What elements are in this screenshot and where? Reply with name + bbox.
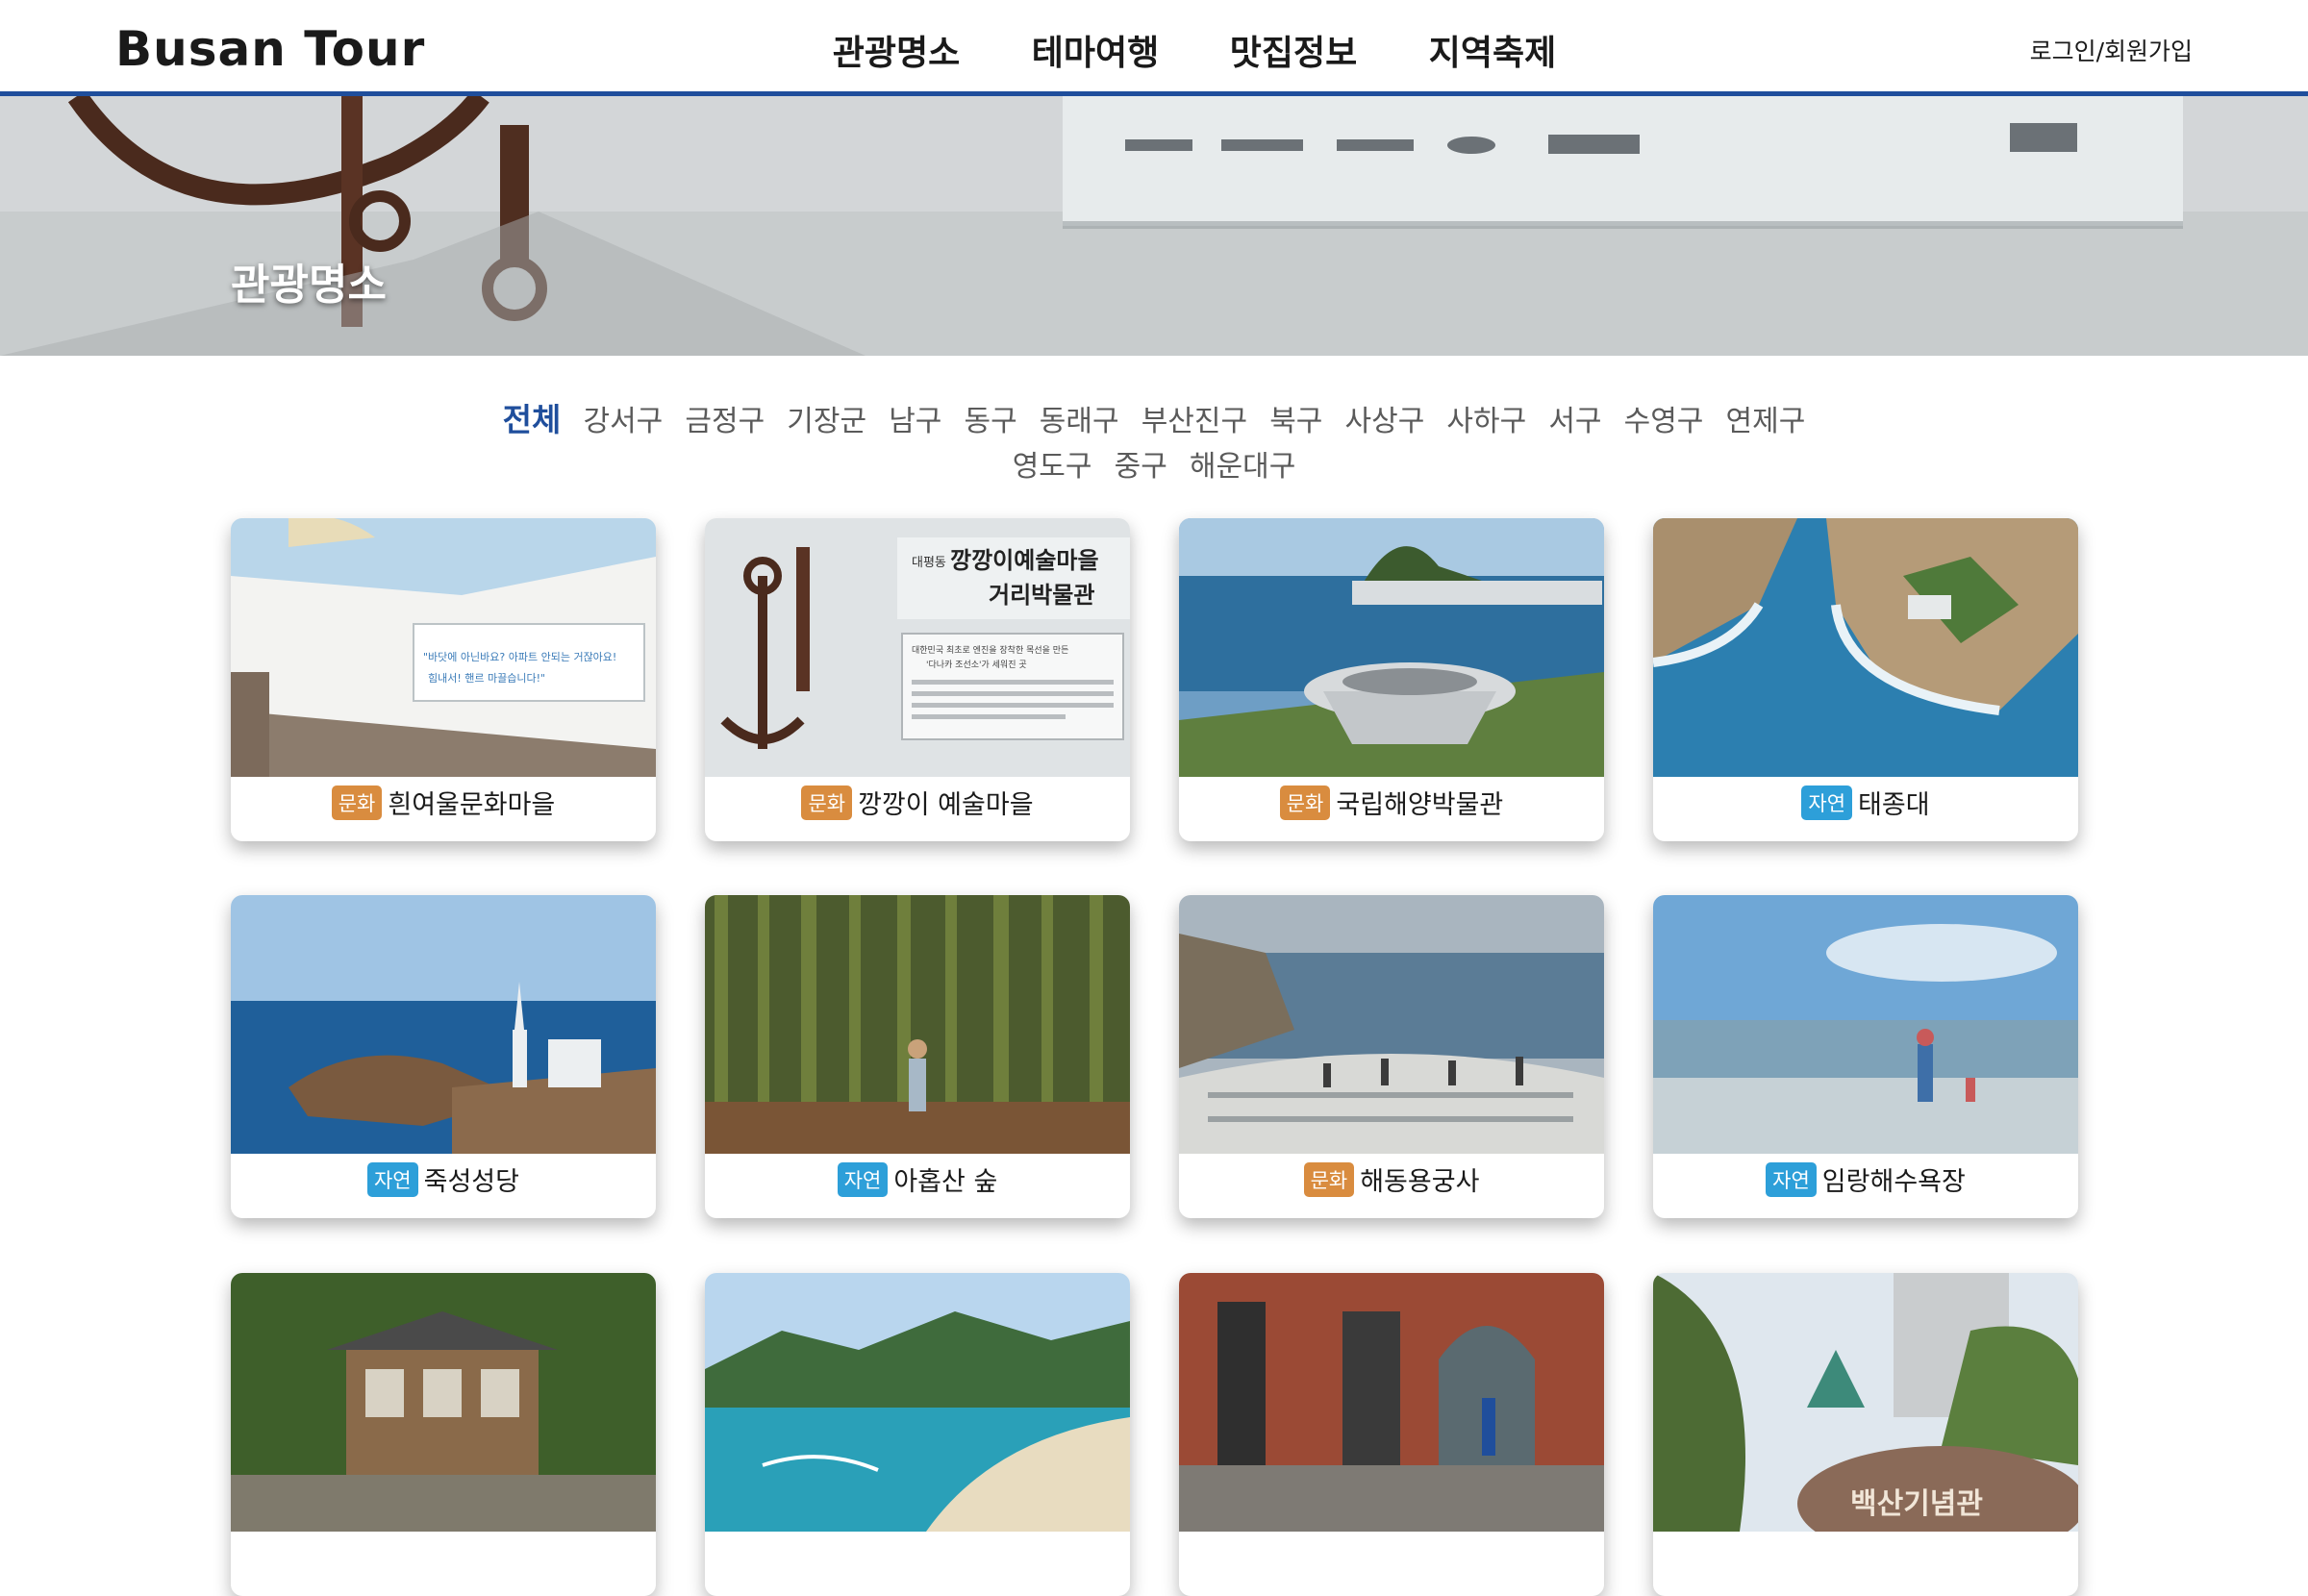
place-photo	[705, 895, 1130, 1154]
place-photo: 백산기념관	[1653, 1273, 2078, 1532]
place-card[interactable]: 문화 해동용궁사	[1179, 895, 1604, 1218]
district-filter-row: 전체 강서구 금정구 기장군 남구 동구 동래구 부산진구 북구 사상구 사하구…	[0, 394, 2308, 440]
place-name: 죽성성당	[423, 1167, 519, 1197]
place-label: 문화 흰여울문화마을	[231, 784, 656, 832]
district-filter-row: 영도구 중구 해운대구	[0, 442, 2308, 485]
hero-banner: 관광명소	[0, 96, 2308, 356]
place-label: 자연 죽성성당	[231, 1160, 656, 1209]
memorial-stone-text: 백산기념관	[1850, 1487, 1983, 1521]
place-card[interactable]: 자연 임랑해수욕장	[1653, 895, 2078, 1218]
district-busanjin[interactable]: 부산진구	[1141, 397, 1247, 439]
category-badge: 자연	[1766, 1161, 1817, 1197]
place-photo: "바닷에 아닌바요? 아파트 안되는 거잖아요! 힘내서! 핸르 마끌습니다!"	[231, 518, 656, 777]
nav-theme-travel[interactable]: 테마여행	[1028, 25, 1163, 75]
category-badge: 자연	[837, 1161, 889, 1197]
category-badge: 자연	[1801, 785, 1853, 820]
place-photo	[1179, 1273, 1604, 1532]
place-photo: 대평동 깡깡이예술마을 거리박물관 대한민국 최초로 엔진을 장착한 목선을 만…	[705, 518, 1130, 777]
category-badge: 문화	[1303, 1161, 1355, 1197]
sign-text: 깡깡이예술마을	[950, 547, 1099, 574]
sign-text: 대한민국 최초로 엔진을 장착한 목선을 만든	[912, 645, 1068, 656]
category-badge: 문화	[1279, 785, 1331, 820]
place-name: 흰여울문화마을	[388, 790, 556, 820]
district-jung[interactable]: 중구	[1115, 442, 1167, 485]
sign-text: '다나카 조선소'가 세워진 곳	[926, 660, 1027, 670]
hero-title: 관광명소	[231, 261, 387, 310]
place-label: 문화 해동용궁사	[1179, 1160, 1604, 1209]
hero-photo	[0, 96, 2308, 356]
category-badge: 문화	[801, 785, 853, 820]
district-gijang[interactable]: 기장군	[787, 397, 866, 439]
place-photo	[231, 1273, 656, 1532]
place-photo	[231, 895, 656, 1154]
place-label: 자연 아홉산 숲	[705, 1160, 1130, 1209]
place-label: 자연 태종대	[1653, 784, 2078, 832]
place-photo	[1179, 518, 1604, 777]
district-dong[interactable]: 동구	[965, 397, 1017, 439]
district-yeongdo[interactable]: 영도구	[1013, 442, 1092, 485]
login-signup-link[interactable]: 로그인/회원가입	[2030, 33, 2193, 67]
district-suyeong[interactable]: 수영구	[1624, 397, 1704, 439]
district-dongnae[interactable]: 동래구	[1040, 397, 1119, 439]
place-name: 임랑해수욕장	[1821, 1167, 1966, 1197]
place-card[interactable]: "바닷에 아닌바요? 아파트 안되는 거잖아요! 힘내서! 핸르 마끌습니다!"…	[231, 518, 656, 841]
nav-festivals[interactable]: 지역축제	[1425, 25, 1560, 75]
place-name: 국립해양박물관	[1336, 790, 1504, 820]
sign-text: 거리박물관	[989, 582, 1094, 609]
sign-text: 대평동	[912, 556, 946, 570]
category-badge: 문화	[331, 785, 383, 820]
place-card[interactable]: 대평동 깡깡이예술마을 거리박물관 대한민국 최초로 엔진을 장착한 목선을 만…	[705, 518, 1130, 841]
nav-restaurants[interactable]: 맛집정보	[1226, 25, 1361, 75]
district-sasang[interactable]: 사상구	[1345, 397, 1425, 439]
place-card[interactable]: 자연 아홉산 숲	[705, 895, 1130, 1218]
site-logo[interactable]: Busan Tour	[115, 21, 425, 77]
place-name: 깡깡이 예술마을	[858, 790, 1034, 820]
nav-attractions[interactable]: 관광명소	[829, 25, 964, 75]
place-card[interactable]	[1179, 1273, 1604, 1596]
place-label: 자연 임랑해수욕장	[1653, 1160, 2078, 1209]
place-photo	[1179, 895, 1604, 1154]
place-photo	[705, 1273, 1130, 1532]
place-name: 아홉산 숲	[893, 1167, 998, 1197]
district-saha[interactable]: 사하구	[1446, 397, 1526, 439]
district-yeonje[interactable]: 연제구	[1726, 397, 1806, 439]
place-card[interactable]	[705, 1273, 1130, 1596]
site-header: Busan Tour 관광명소 테마여행 맛집정보 지역축제 로그인/회원가입	[0, 0, 2308, 96]
wall-text: 힘내서! 핸르 마끌습니다!"	[428, 672, 545, 685]
district-nam[interactable]: 남구	[889, 397, 941, 439]
district-seo[interactable]: 서구	[1548, 397, 1601, 439]
place-card[interactable]: 백산기념관	[1653, 1273, 2078, 1596]
wall-text: "바닷에 아닌바요? 아파트 안되는 거잖아요!	[423, 651, 616, 663]
place-label: 문화 국립해양박물관	[1179, 784, 1604, 832]
place-card[interactable]	[231, 1273, 656, 1596]
place-card[interactable]: 문화 국립해양박물관	[1179, 518, 1604, 841]
place-name: 해동용궁사	[1360, 1167, 1480, 1197]
place-photo	[1653, 518, 2078, 777]
place-name: 태종대	[1858, 790, 1930, 820]
district-haeundae[interactable]: 해운대구	[1190, 442, 1295, 485]
district-gangseo[interactable]: 강서구	[583, 397, 663, 439]
place-card[interactable]: 자연 죽성성당	[231, 895, 656, 1218]
place-photo	[1653, 895, 2078, 1154]
district-buk[interactable]: 북구	[1269, 397, 1322, 439]
place-card[interactable]: 자연 태종대	[1653, 518, 2078, 841]
district-geumjeong[interactable]: 금정구	[685, 397, 765, 439]
place-label: 문화 깡깡이 예술마을	[705, 784, 1130, 832]
category-badge: 자연	[366, 1161, 418, 1197]
district-all[interactable]: 전체	[503, 394, 562, 440]
